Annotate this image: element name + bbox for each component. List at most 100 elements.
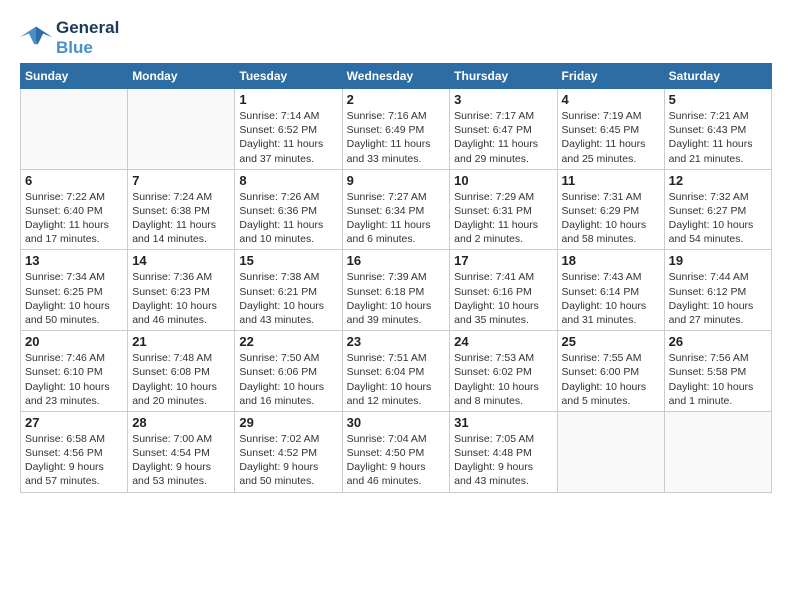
day-detail: Sunrise: 7:56 AM Sunset: 5:58 PM Dayligh… [669, 351, 767, 408]
calendar-cell: 25 Sunrise: 7:55 AM Sunset: 6:00 PM Dayli… [557, 331, 664, 412]
day-detail: Sunrise: 7:50 AM Sunset: 6:06 PM Dayligh… [239, 351, 337, 408]
day-detail: Sunrise: 7:43 AM Sunset: 6:14 PM Dayligh… [562, 270, 660, 327]
logo-text: General Blue [56, 18, 119, 57]
calendar-cell: 12 Sunrise: 7:32 AM Sunset: 6:27 PM Dayli… [664, 169, 771, 250]
calendar-cell: 28 Sunrise: 7:00 AM Sunset: 4:54 PM Dayli… [128, 411, 235, 492]
day-number: 15 [239, 253, 337, 268]
calendar-cell [664, 411, 771, 492]
day-number: 11 [562, 173, 660, 188]
day-number: 1 [239, 92, 337, 107]
day-detail: Sunrise: 7:26 AM Sunset: 6:36 PM Dayligh… [239, 190, 337, 247]
day-number: 30 [347, 415, 446, 430]
calendar-cell: 10 Sunrise: 7:29 AM Sunset: 6:31 PM Dayli… [450, 169, 557, 250]
calendar-cell: 8 Sunrise: 7:26 AM Sunset: 6:36 PM Daylig… [235, 169, 342, 250]
calendar-cell: 31 Sunrise: 7:05 AM Sunset: 4:48 PM Dayli… [450, 411, 557, 492]
calendar-cell: 21 Sunrise: 7:48 AM Sunset: 6:08 PM Dayli… [128, 331, 235, 412]
calendar-cell: 16 Sunrise: 7:39 AM Sunset: 6:18 PM Dayli… [342, 250, 450, 331]
calendar-cell: 18 Sunrise: 7:43 AM Sunset: 6:14 PM Dayli… [557, 250, 664, 331]
day-number: 19 [669, 253, 767, 268]
day-number: 16 [347, 253, 446, 268]
day-detail: Sunrise: 7:14 AM Sunset: 6:52 PM Dayligh… [239, 109, 337, 166]
calendar-cell: 4 Sunrise: 7:19 AM Sunset: 6:45 PM Daylig… [557, 89, 664, 170]
week-row-1: 1 Sunrise: 7:14 AM Sunset: 6:52 PM Daylig… [21, 89, 772, 170]
day-number: 27 [25, 415, 123, 430]
day-number: 5 [669, 92, 767, 107]
day-number: 20 [25, 334, 123, 349]
weekday-header-row: SundayMondayTuesdayWednesdayThursdayFrid… [21, 64, 772, 89]
day-detail: Sunrise: 7:04 AM Sunset: 4:50 PM Dayligh… [347, 432, 446, 489]
day-number: 8 [239, 173, 337, 188]
weekday-header-monday: Monday [128, 64, 235, 89]
header: General Blue [20, 18, 772, 57]
day-detail: Sunrise: 7:02 AM Sunset: 4:52 PM Dayligh… [239, 432, 337, 489]
calendar-cell: 26Sunrise: 7:56 AM Sunset: 5:58 PM Dayli… [664, 331, 771, 412]
day-detail: Sunrise: 7:48 AM Sunset: 6:08 PM Dayligh… [132, 351, 230, 408]
day-detail: Sunrise: 7:24 AM Sunset: 6:38 PM Dayligh… [132, 190, 230, 247]
weekday-header-wednesday: Wednesday [342, 64, 450, 89]
calendar-cell: 3Sunrise: 7:17 AM Sunset: 6:47 PM Daylig… [450, 89, 557, 170]
day-number: 4 [562, 92, 660, 107]
calendar-cell: 27Sunrise: 6:58 AM Sunset: 4:56 PM Dayli… [21, 411, 128, 492]
weekday-header-thursday: Thursday [450, 64, 557, 89]
day-detail: Sunrise: 7:00 AM Sunset: 4:54 PM Dayligh… [132, 432, 230, 489]
day-detail: Sunrise: 7:55 AM Sunset: 6:00 PM Dayligh… [562, 351, 660, 408]
weekday-header-saturday: Saturday [664, 64, 771, 89]
calendar-cell: 1 Sunrise: 7:14 AM Sunset: 6:52 PM Daylig… [235, 89, 342, 170]
calendar-cell [557, 411, 664, 492]
calendar-cell: 23 Sunrise: 7:51 AM Sunset: 6:04 PM Dayli… [342, 331, 450, 412]
day-detail: Sunrise: 7:22 AM Sunset: 6:40 PM Dayligh… [25, 190, 123, 247]
day-number: 12 [669, 173, 767, 188]
calendar-cell: 7 Sunrise: 7:24 AM Sunset: 6:38 PM Daylig… [128, 169, 235, 250]
day-detail: Sunrise: 7:36 AM Sunset: 6:23 PM Dayligh… [132, 270, 230, 327]
day-detail: Sunrise: 7:17 AM Sunset: 6:47 PM Dayligh… [454, 109, 552, 166]
calendar-cell: 2Sunrise: 7:16 AM Sunset: 6:49 PM Daylig… [342, 89, 450, 170]
day-detail: Sunrise: 7:38 AM Sunset: 6:21 PM Dayligh… [239, 270, 337, 327]
day-detail: Sunrise: 7:27 AM Sunset: 6:34 PM Dayligh… [347, 190, 446, 247]
logo: General Blue [20, 18, 119, 57]
week-row-4: 20Sunrise: 7:46 AM Sunset: 6:10 PM Dayli… [21, 331, 772, 412]
day-number: 7 [132, 173, 230, 188]
week-row-2: 6 Sunrise: 7:22 AM Sunset: 6:40 PM Daylig… [21, 169, 772, 250]
day-number: 25 [562, 334, 660, 349]
day-number: 17 [454, 253, 552, 268]
day-number: 18 [562, 253, 660, 268]
day-detail: Sunrise: 7:19 AM Sunset: 6:45 PM Dayligh… [562, 109, 660, 166]
day-number: 28 [132, 415, 230, 430]
calendar-table: SundayMondayTuesdayWednesdayThursdayFrid… [20, 63, 772, 492]
day-number: 29 [239, 415, 337, 430]
calendar-cell: 11 Sunrise: 7:31 AM Sunset: 6:29 PM Dayli… [557, 169, 664, 250]
day-number: 6 [25, 173, 123, 188]
calendar-cell: 20Sunrise: 7:46 AM Sunset: 6:10 PM Dayli… [21, 331, 128, 412]
day-detail: Sunrise: 7:21 AM Sunset: 6:43 PM Dayligh… [669, 109, 767, 166]
day-detail: Sunrise: 7:39 AM Sunset: 6:18 PM Dayligh… [347, 270, 446, 327]
logo-icon [20, 24, 52, 52]
calendar-cell: 17 Sunrise: 7:41 AM Sunset: 6:16 PM Dayli… [450, 250, 557, 331]
weekday-header-friday: Friday [557, 64, 664, 89]
calendar-cell: 15 Sunrise: 7:38 AM Sunset: 6:21 PM Dayli… [235, 250, 342, 331]
calendar-cell: 24Sunrise: 7:53 AM Sunset: 6:02 PM Dayli… [450, 331, 557, 412]
calendar-cell: 30 Sunrise: 7:04 AM Sunset: 4:50 PM Dayli… [342, 411, 450, 492]
day-number: 23 [347, 334, 446, 349]
day-number: 31 [454, 415, 552, 430]
day-detail: Sunrise: 7:29 AM Sunset: 6:31 PM Dayligh… [454, 190, 552, 247]
day-detail: Sunrise: 7:05 AM Sunset: 4:48 PM Dayligh… [454, 432, 552, 489]
day-detail: Sunrise: 7:34 AM Sunset: 6:25 PM Dayligh… [25, 270, 123, 327]
day-detail: Sunrise: 7:32 AM Sunset: 6:27 PM Dayligh… [669, 190, 767, 247]
week-row-3: 13Sunrise: 7:34 AM Sunset: 6:25 PM Dayli… [21, 250, 772, 331]
day-number: 10 [454, 173, 552, 188]
day-detail: Sunrise: 7:31 AM Sunset: 6:29 PM Dayligh… [562, 190, 660, 247]
calendar-cell: 5 Sunrise: 7:21 AM Sunset: 6:43 PM Daylig… [664, 89, 771, 170]
day-number: 21 [132, 334, 230, 349]
calendar-cell: 9Sunrise: 7:27 AM Sunset: 6:34 PM Daylig… [342, 169, 450, 250]
day-detail: Sunrise: 7:51 AM Sunset: 6:04 PM Dayligh… [347, 351, 446, 408]
calendar-cell: 19Sunrise: 7:44 AM Sunset: 6:12 PM Dayli… [664, 250, 771, 331]
weekday-header-tuesday: Tuesday [235, 64, 342, 89]
calendar-cell [128, 89, 235, 170]
calendar-cell: 29 Sunrise: 7:02 AM Sunset: 4:52 PM Dayli… [235, 411, 342, 492]
day-detail: Sunrise: 7:41 AM Sunset: 6:16 PM Dayligh… [454, 270, 552, 327]
week-row-5: 27Sunrise: 6:58 AM Sunset: 4:56 PM Dayli… [21, 411, 772, 492]
calendar-cell: 14 Sunrise: 7:36 AM Sunset: 6:23 PM Dayli… [128, 250, 235, 331]
day-detail: Sunrise: 7:16 AM Sunset: 6:49 PM Dayligh… [347, 109, 446, 166]
weekday-header-sunday: Sunday [21, 64, 128, 89]
day-number: 14 [132, 253, 230, 268]
